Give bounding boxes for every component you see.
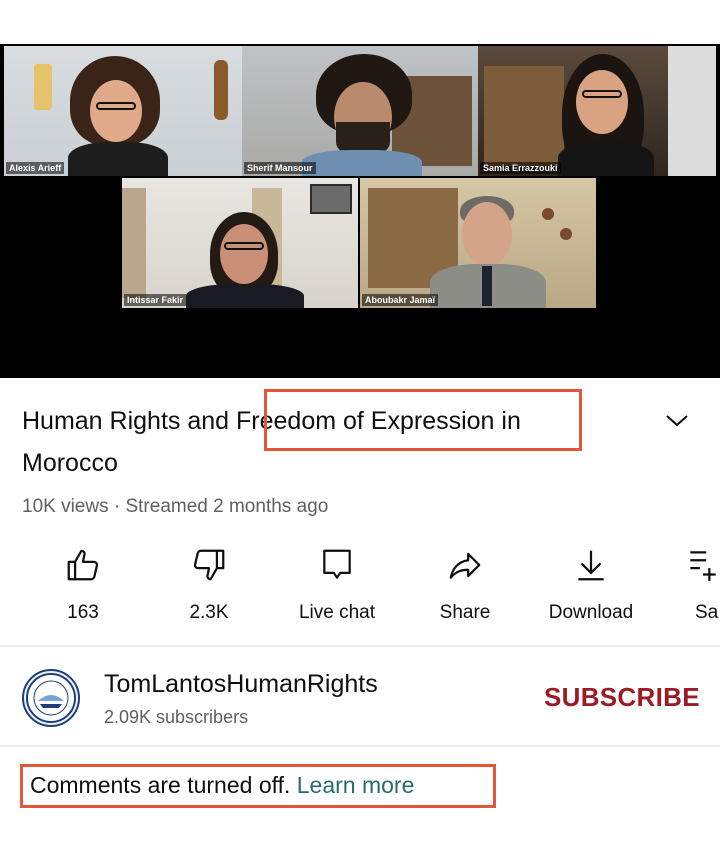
dislike-count: 2.3K bbox=[189, 602, 229, 623]
download-label: Download bbox=[548, 602, 634, 623]
save-icon bbox=[690, 551, 716, 581]
top-margin bbox=[0, 0, 720, 44]
participant-name: Samia Errazzouki bbox=[480, 162, 561, 174]
title-text: Morocco bbox=[22, 449, 118, 477]
live-chat-icon bbox=[323, 549, 351, 579]
dislike-icon bbox=[193, 549, 225, 581]
participant-name: Alexis Arieff bbox=[6, 162, 65, 174]
video-metadata: 10K views · Streamed 2 months ago bbox=[22, 496, 329, 517]
download-button[interactable]: Download bbox=[536, 540, 646, 624]
share-icon bbox=[449, 552, 481, 579]
comments-off-text: Comments are turned off. bbox=[30, 772, 297, 798]
comments-status: Comments are turned off. Learn more bbox=[30, 772, 414, 799]
action-bar: 163 2.3K Live chat Share Download Sa bbox=[0, 540, 720, 630]
chevron-down-icon[interactable] bbox=[664, 410, 690, 430]
participant-tile-4: Intissar Fakir bbox=[122, 178, 358, 308]
learn-more-link[interactable]: Learn more bbox=[297, 772, 415, 798]
participant-tile-3: Samia Errazzouki bbox=[478, 46, 716, 176]
save-button[interactable]: Sa bbox=[662, 540, 720, 624]
like-button[interactable]: 163 bbox=[28, 540, 138, 624]
channel-avatar[interactable] bbox=[22, 669, 80, 727]
participant-tile-2: Sherif Mansour bbox=[242, 46, 478, 176]
participant-tile-5: Aboubakr Jamaï bbox=[360, 178, 596, 308]
title-text: Human Rights and bbox=[22, 407, 237, 435]
share-button[interactable]: Share bbox=[410, 540, 520, 624]
participant-tile-1: Alexis Arieff bbox=[4, 46, 242, 176]
participant-name: Intissar Fakir bbox=[124, 294, 187, 306]
highlight-box-title bbox=[264, 389, 582, 451]
share-label: Share bbox=[439, 602, 491, 623]
video-player[interactable]: Alexis Arieff Sherif Mansour Samia Erraz… bbox=[0, 44, 720, 378]
like-icon bbox=[67, 549, 99, 581]
divider bbox=[0, 645, 720, 647]
divider bbox=[0, 745, 720, 747]
save-label: Sa bbox=[695, 602, 719, 623]
live-chat-button[interactable]: Live chat bbox=[282, 540, 392, 624]
subscribe-button[interactable]: SUBSCRIBE bbox=[544, 682, 700, 713]
channel-name[interactable]: TomLantosHumanRights bbox=[104, 670, 378, 699]
dislike-button[interactable]: 2.3K bbox=[154, 540, 264, 624]
live-chat-label: Live chat bbox=[298, 602, 376, 623]
download-icon bbox=[578, 550, 604, 581]
subscriber-count: 2.09K subscribers bbox=[104, 707, 249, 727]
like-count: 163 bbox=[67, 602, 99, 623]
participant-name: Sherif Mansour bbox=[244, 162, 316, 174]
participant-name: Aboubakr Jamaï bbox=[362, 294, 439, 306]
channel-seal-icon bbox=[26, 673, 76, 723]
